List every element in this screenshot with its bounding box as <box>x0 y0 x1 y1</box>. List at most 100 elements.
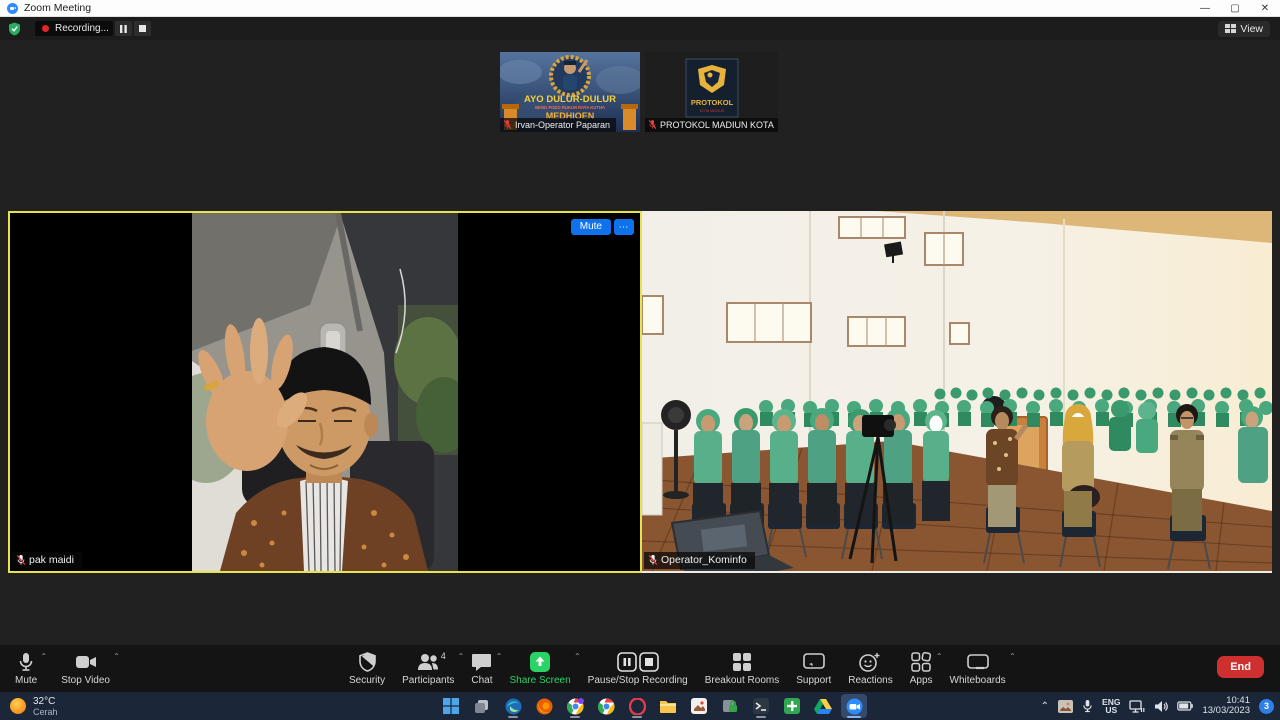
chrome-icon <box>567 698 584 715</box>
apps-button[interactable]: Apps ⌃ <box>903 647 940 691</box>
stop-video-button[interactable]: Stop Video ⌃ <box>54 647 117 691</box>
security-button[interactable]: Security <box>342 647 392 691</box>
breakout-rooms-button[interactable]: Breakout Rooms <box>698 647 786 691</box>
recording-dot-icon <box>42 25 49 32</box>
apps-label: Apps <box>910 675 933 686</box>
mute-participant-button[interactable]: Mute <box>571 219 611 235</box>
view-button[interactable]: View <box>1218 21 1270 37</box>
meeting-info-bar: Recording... View <box>0 17 1280 40</box>
firefox-icon <box>536 698 553 715</box>
audience-name: Operator_Kominfo <box>661 554 747 566</box>
svg-text:PROTOKOL: PROTOKOL <box>691 98 734 107</box>
volume-icon[interactable] <box>1154 700 1168 713</box>
task-view-button[interactable] <box>469 694 495 718</box>
lock-app-icon <box>722 698 738 714</box>
participant-thumbnail-irvan[interactable]: AYO DULUR-DULUR BENG PODO RUKUN RAYA KUT… <box>500 52 640 132</box>
window-title-bar: Zoom Meeting — ▢ ✕ <box>0 0 1280 17</box>
reactions-button[interactable]: Reactions <box>841 647 899 691</box>
chat-chevron[interactable]: ⌃ <box>496 652 503 661</box>
tray-chevron-up-icon[interactable]: ⌃ <box>1041 701 1049 712</box>
whiteboards-icon <box>967 652 989 672</box>
support-screen-icon <box>803 652 825 672</box>
file-explorer-icon <box>659 699 677 714</box>
tray-microphone-icon[interactable] <box>1082 699 1093 713</box>
taskbar-drive[interactable] <box>810 694 836 718</box>
weather-description: Cerah <box>33 707 58 717</box>
recording-controls-icon <box>617 652 659 672</box>
mute-chevron[interactable]: ⌃ <box>41 652 48 661</box>
mute-button[interactable]: Mute ⌃ <box>8 647 44 691</box>
share-screen-button[interactable]: Share Screen ⌃ <box>503 647 578 691</box>
taskbar-edge[interactable] <box>500 694 526 718</box>
edge-icon <box>505 698 522 715</box>
clock-date: 13/03/2023 <box>1202 706 1250 717</box>
view-label: View <box>1240 23 1263 35</box>
taskbar-zoom[interactable] <box>841 694 867 718</box>
taskbar-security-app[interactable] <box>717 694 743 718</box>
participant-name-tag: PROTOKOL MADIUN KOTA <box>645 118 778 132</box>
taskbar-file-explorer[interactable] <box>655 694 681 718</box>
weather-widget[interactable]: 32°C Cerah <box>10 696 58 717</box>
participant-name-tag: Irvan-Operator Paparan <box>500 118 616 132</box>
start-button[interactable] <box>438 694 464 718</box>
clock-widget[interactable]: 10:41 13/03/2023 <box>1202 696 1250 717</box>
microphone-icon <box>17 652 35 672</box>
taskbar-firefox[interactable] <box>531 694 557 718</box>
mute-label: Mute <box>15 675 37 686</box>
pause-stop-recording-button[interactable]: Pause/Stop Recording <box>581 647 695 691</box>
svg-text:KOTA MADIUN: KOTA MADIUN <box>700 109 725 113</box>
taskbar-photos-app[interactable] <box>686 694 712 718</box>
active-speaker-video[interactable]: Mute ⋯ pak maidi <box>8 211 642 573</box>
audience-hall-scene <box>642 211 1272 571</box>
maximize-button[interactable]: ▢ <box>1220 0 1250 16</box>
support-button[interactable]: Support <box>789 647 838 691</box>
chat-button[interactable]: Chat ⌃ <box>464 647 499 691</box>
chat-bubble-icon <box>471 652 492 672</box>
taskbar-sheets-app[interactable] <box>779 694 805 718</box>
muted-mic-icon <box>648 554 658 566</box>
whiteboards-chevron[interactable]: ⌃ <box>1009 652 1016 661</box>
chat-label: Chat <box>471 675 492 686</box>
network-icon[interactable] <box>1129 700 1145 713</box>
notification-badge[interactable]: 3 <box>1259 699 1274 714</box>
opera-icon <box>629 698 646 715</box>
photos-app-icon <box>691 698 707 714</box>
encryption-shield-icon[interactable] <box>8 22 21 36</box>
stop-video-label: Stop Video <box>61 675 110 686</box>
minimize-button[interactable]: — <box>1190 0 1220 16</box>
taskbar-terminal[interactable] <box>748 694 774 718</box>
stop-video-chevron[interactable]: ⌃ <box>113 652 120 661</box>
more-options-button[interactable]: ⋯ <box>614 219 634 235</box>
taskbar-chrome[interactable] <box>562 694 588 718</box>
breakout-rooms-icon <box>732 652 752 672</box>
muted-mic-icon <box>503 119 512 130</box>
whiteboards-button[interactable]: Whiteboards ⌃ <box>943 647 1013 691</box>
pause-stop-recording-label: Pause/Stop Recording <box>588 675 688 686</box>
share-screen-label: Share Screen <box>510 675 571 686</box>
participants-chevron[interactable]: ⌃ <box>458 652 465 661</box>
battery-icon[interactable] <box>1177 701 1193 711</box>
svg-text:BENG PODO RUKUN RAYA KUTHA: BENG PODO RUKUN RAYA KUTHA <box>535 105 605 110</box>
language-indicator[interactable]: ENG US <box>1102 698 1120 715</box>
stop-recording-button[interactable] <box>134 21 151 36</box>
tray-photos-icon[interactable] <box>1058 700 1073 713</box>
taskbar-app-icons <box>438 694 867 718</box>
reactions-label: Reactions <box>848 675 892 686</box>
speaker-video-scene <box>192 213 458 571</box>
reactions-smiley-icon <box>859 652 881 672</box>
taskbar-opera[interactable] <box>624 694 650 718</box>
participant-thumbnail-protokol[interactable]: PROTOKOL KOTA MADIUN PROTOKOL MADIUN KOT… <box>645 52 778 132</box>
apps-chevron[interactable]: ⌃ <box>936 652 943 661</box>
close-button[interactable]: ✕ <box>1250 0 1280 16</box>
weather-temperature: 32°C <box>33 696 58 707</box>
security-shield-icon <box>359 652 376 672</box>
end-meeting-button[interactable]: End <box>1217 656 1264 678</box>
video-camera-icon <box>75 652 97 672</box>
audience-video[interactable]: Operator_Kominfo <box>642 211 1272 573</box>
google-drive-icon <box>814 698 832 714</box>
pause-recording-button[interactable] <box>115 21 132 36</box>
participants-button[interactable]: 4 Participants ⌃ <box>395 647 461 691</box>
taskbar-chrome-2[interactable] <box>593 694 619 718</box>
share-screen-chevron[interactable]: ⌃ <box>574 652 581 661</box>
svg-text:AYO DULUR-DULUR: AYO DULUR-DULUR <box>524 94 616 105</box>
